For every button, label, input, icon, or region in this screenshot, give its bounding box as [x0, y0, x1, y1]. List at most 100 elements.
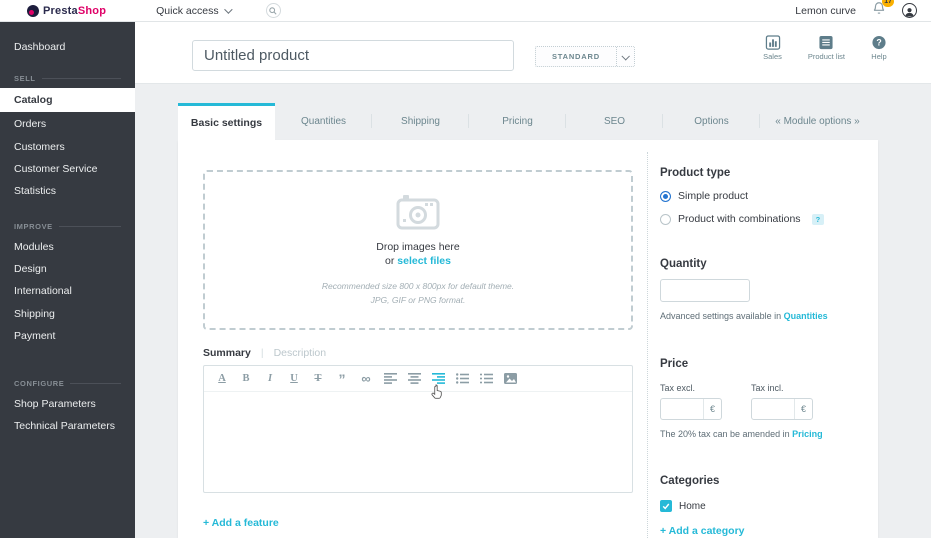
divider: |: [261, 347, 264, 359]
underline-icon[interactable]: U: [282, 367, 306, 391]
pricing-link[interactable]: Pricing: [792, 429, 823, 439]
sidebar-section-improve: IMPROVE: [0, 222, 135, 231]
align-center-icon[interactable]: [402, 367, 426, 391]
list-icon: [818, 35, 834, 50]
radio-selected-icon[interactable]: [660, 191, 671, 202]
search-button[interactable]: [266, 3, 281, 18]
align-right-icon[interactable]: [426, 367, 450, 391]
add-category-link[interactable]: + Add a category: [660, 525, 856, 537]
category-home-label: Home: [679, 501, 706, 512]
topbar: PrestaShop Quick access Lemon curve 17: [0, 0, 931, 22]
blockquote-icon[interactable]: ”: [330, 367, 354, 391]
combinations-label: Product with combinations: [678, 213, 801, 225]
tab-options[interactable]: Options: [663, 103, 760, 140]
dropzone-hint: Recommended size 800 x 800px for default…: [322, 280, 514, 306]
tab-quantities[interactable]: Quantities: [275, 103, 372, 140]
product-type-heading: Product type: [660, 167, 856, 179]
tax-excl-field: Tax excl. €: [660, 383, 722, 420]
sales-button[interactable]: Sales: [763, 35, 782, 61]
divider: [70, 383, 121, 384]
sidebar-section-improve-label: IMPROVE: [14, 222, 53, 231]
notifications-button[interactable]: 17: [872, 1, 886, 20]
rich-text-editor: A B I U T ” ∞: [203, 365, 633, 493]
product-list-button[interactable]: Product list: [808, 35, 845, 61]
tax-excl-input[interactable]: [661, 399, 703, 419]
sidebar-item-design[interactable]: Design: [0, 258, 135, 280]
sidebar-section-configure: CONFIGURE: [0, 379, 135, 388]
align-left-icon[interactable]: [378, 367, 402, 391]
topbar-right: Lemon curve 17: [795, 1, 931, 20]
select-files-link[interactable]: select files: [397, 255, 451, 267]
quick-access-menu[interactable]: Quick access: [156, 5, 229, 17]
tab-summary[interactable]: Summary: [203, 347, 251, 359]
sidebar-item-customers[interactable]: Customers: [0, 136, 135, 158]
sidebar-item-customer-service[interactable]: Customer Service: [0, 158, 135, 180]
simple-product-label: Simple product: [678, 190, 748, 202]
logo-presta: Presta: [43, 5, 78, 17]
dropzone-or: or: [385, 255, 394, 267]
help-badge[interactable]: ?: [812, 214, 825, 225]
prestashop-admin-app: PrestaShop Quick access Lemon curve 17 D…: [0, 0, 931, 538]
tab-basic-settings[interactable]: Basic settings: [178, 103, 275, 140]
logo-shop: Shop: [78, 5, 106, 17]
sidebar-item-shop-parameters[interactable]: Shop Parameters: [0, 393, 135, 415]
editor-textarea[interactable]: [204, 392, 632, 492]
quantity-input[interactable]: [660, 279, 750, 302]
shop-name[interactable]: Lemon curve: [795, 5, 856, 17]
tab-seo[interactable]: SEO: [566, 103, 663, 140]
sidebar-item-technical-parameters[interactable]: Technical Parameters: [0, 415, 135, 437]
sidebar-item-statistics[interactable]: Statistics: [0, 180, 135, 202]
image-icon[interactable]: [498, 367, 522, 391]
quick-access-label: Quick access: [156, 5, 218, 17]
product-title-input[interactable]: [192, 40, 514, 71]
prestashop-logo[interactable]: PrestaShop: [27, 5, 106, 17]
tax-incl-input[interactable]: [752, 399, 794, 419]
chevron-down-icon: [224, 5, 232, 13]
prestashop-logo-icon: [27, 5, 39, 17]
radio-unselected-icon[interactable]: [660, 214, 671, 225]
radio-simple-product[interactable]: Simple product: [660, 190, 856, 202]
link-icon[interactable]: ∞: [354, 367, 378, 391]
tax-incl-input-group: €: [751, 398, 813, 420]
category-home-checkbox-row[interactable]: Home: [660, 500, 856, 512]
sidebar-section-configure-label: CONFIGURE: [14, 379, 64, 388]
sidebar: Dashboard SELL Catalog Orders Customers …: [0, 22, 135, 538]
tab-module-options[interactable]: « Module options »: [760, 103, 875, 140]
chevron-down-icon[interactable]: [616, 47, 634, 66]
sidebar-item-orders[interactable]: Orders: [0, 113, 135, 135]
tax-incl-field: Tax incl. €: [751, 383, 813, 420]
sidebar-item-modules[interactable]: Modules: [0, 236, 135, 258]
search-icon: [269, 7, 277, 15]
sidebar-item-payment[interactable]: Payment: [0, 325, 135, 347]
image-dropzone[interactable]: Drop images here or select files Recomme…: [203, 170, 633, 330]
sales-label: Sales: [763, 52, 782, 61]
main-column: Drop images here or select files Recomme…: [203, 140, 633, 529]
italic-icon[interactable]: I: [258, 367, 282, 391]
editor-toolbar: A B I U T ” ∞: [204, 366, 632, 392]
text-color-icon[interactable]: A: [210, 367, 234, 391]
user-avatar[interactable]: [902, 3, 917, 18]
description-tabs: Summary | Description: [203, 347, 633, 359]
quantities-link[interactable]: Quantities: [784, 311, 828, 321]
tab-shipping[interactable]: Shipping: [372, 103, 469, 140]
sidebar-item-catalog[interactable]: Catalog: [0, 88, 135, 112]
sidebar-item-shipping[interactable]: Shipping: [0, 303, 135, 325]
help-button[interactable]: ? Help: [871, 35, 887, 61]
strikethrough-icon[interactable]: T: [306, 367, 330, 391]
sidebar-item-international[interactable]: International: [0, 280, 135, 302]
tab-description[interactable]: Description: [274, 347, 327, 359]
basic-settings-panel: Drop images here or select files Recomme…: [178, 140, 878, 538]
dropzone-hint-line1: Recommended size 800 x 800px for default…: [322, 280, 514, 293]
bold-icon[interactable]: B: [234, 367, 258, 391]
ordered-list-icon[interactable]: [474, 367, 498, 391]
add-feature-link[interactable]: + Add a feature: [203, 517, 633, 529]
product-type-dropdown[interactable]: STANDARD: [535, 46, 635, 67]
unordered-list-icon[interactable]: [450, 367, 474, 391]
sidebar-item-dashboard[interactable]: Dashboard: [0, 36, 135, 58]
checkbox-checked-icon[interactable]: [660, 500, 672, 512]
prestashop-logo-text: PrestaShop: [43, 5, 106, 17]
help-label: Help: [871, 52, 886, 61]
radio-product-with-combinations[interactable]: Product with combinations ?: [660, 213, 856, 225]
product-tabs: Basic settings Quantities Shipping Prici…: [178, 103, 875, 140]
tab-pricing[interactable]: Pricing: [469, 103, 566, 140]
